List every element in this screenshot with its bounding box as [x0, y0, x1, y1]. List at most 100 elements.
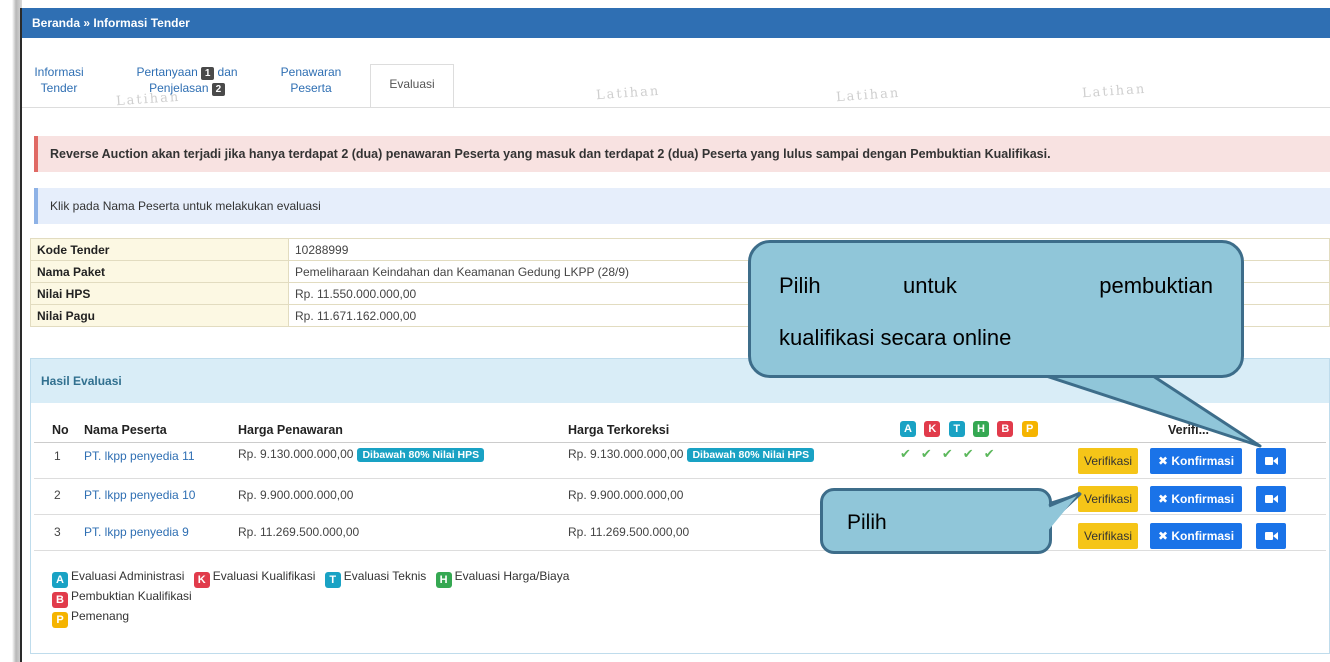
check-icon: ✔ — [941, 446, 953, 461]
check-icon: ✔ — [900, 446, 911, 461]
check-icon: ✔ — [920, 446, 932, 461]
legend-item: H Evaluasi Harga/Biaya — [435, 569, 570, 588]
tab-evaluasi[interactable]: Evaluasi — [370, 64, 454, 108]
legend-label: Evaluasi Kualifikasi — [212, 569, 316, 583]
harga-terkoreksi: Rp. 9.130.000.000,00 Dibawah 80% Nilai HP… — [568, 447, 815, 462]
status-letter-t: T — [324, 572, 341, 588]
info-key: Nilai Pagu — [30, 304, 289, 327]
video-camera-button[interactable] — [1256, 486, 1286, 512]
peserta-name-link[interactable]: PT. lkpp penyedia 11 — [84, 449, 195, 463]
watermark: Latihan — [595, 83, 661, 104]
callout-word: Pilih — [779, 273, 821, 298]
status-letter-a: A — [52, 572, 68, 588]
peserta-name-link[interactable]: PT. lkpp penyedia 10 — [84, 488, 195, 502]
tab-informasi-tender[interactable]: Informasi Tender — [32, 64, 86, 96]
table-row: 2 PT. lkpp penyedia 10 Rp. 9.900.000.000… — [34, 479, 1326, 515]
tab-label: Peserta — [290, 81, 332, 95]
status-letter-h: H — [435, 572, 452, 588]
legend-item: A Evaluasi Administrasi — [52, 569, 185, 588]
status-letter-b: B — [52, 592, 68, 608]
tab-label: Tender — [40, 81, 78, 95]
tab-label: Pertanyaan — [136, 65, 198, 79]
below-hps-badge: Dibawah 80% Nilai HPS — [357, 448, 485, 462]
info-key: Kode Tender — [30, 238, 289, 261]
konfirmasi-button[interactable]: ✖ Konfirmasi — [1150, 486, 1243, 512]
breadcrumb[interactable]: Beranda » Informasi Tender — [22, 8, 1330, 38]
tab-penawaran-peserta[interactable]: Penawaran Peserta — [276, 64, 346, 96]
tab-label: dan — [217, 65, 238, 79]
status-letter-a: A — [900, 421, 916, 437]
harga-value: Rp. 9.130.000.000,00 — [568, 447, 684, 461]
instruction-alert: Klik pada Nama Peserta untuk melakukan e… — [34, 188, 1330, 224]
reverse-auction-alert: Reverse Auction akan terjadi jika hanya … — [34, 136, 1330, 172]
row-no: 3 — [54, 525, 61, 539]
tab-count-badge: 1 — [201, 67, 215, 80]
tab-count-badge: 2 — [211, 83, 225, 96]
peserta-name-link[interactable]: PT. lkpp penyedia 9 — [84, 525, 189, 539]
konfirmasi-button[interactable]: ✖ Konfirmasi — [1150, 448, 1243, 474]
below-hps-badge: Dibawah 80% Nilai HPS — [687, 448, 815, 462]
harga-terkoreksi: Rp. 9.900.000.000,00 — [568, 488, 684, 502]
col-nama-peserta: Nama Peserta — [84, 423, 167, 437]
col-harga-penawaran: Harga Penawaran — [238, 423, 343, 437]
callout-word: untuk — [903, 273, 957, 298]
harga-terkoreksi: Rp. 11.269.500.000,00 — [568, 525, 690, 539]
status-letter-b: B — [997, 421, 1014, 437]
legend-label: Evaluasi Harga/Biaya — [454, 569, 570, 583]
status-letter-h: H — [973, 421, 990, 437]
evaluation-table-header: No Nama Peserta Harga Penawaran Harga Te… — [34, 415, 1326, 443]
col-verifikasi: Verifi... — [1168, 423, 1209, 437]
tab-label: Informasi — [34, 65, 84, 79]
legend-label: Evaluasi Administrasi — [71, 569, 185, 583]
video-camera-icon — [1265, 495, 1273, 503]
legend-label: Pemenang — [71, 609, 130, 623]
video-camera-button[interactable] — [1256, 523, 1286, 549]
status-letter-header: A K T H B P — [900, 421, 1038, 437]
callout-word: pembuktian — [1099, 273, 1213, 298]
verifikasi-button[interactable]: Verifikasi — [1078, 486, 1139, 512]
status-letter-k: K — [193, 572, 210, 588]
check-icon: ✔ — [983, 446, 995, 461]
app-window: Beranda » Informasi Tender Informasi Ten… — [0, 0, 1330, 662]
video-camera-icon — [1265, 532, 1273, 540]
video-camera-icon — [1273, 495, 1278, 503]
harga-penawaran: Rp. 11.269.500.000,00 — [238, 525, 360, 539]
watermark: Latihan — [835, 85, 901, 106]
table-row: 1 PT. lkpp penyedia 11 Rp. 9.130.000.000… — [34, 443, 1326, 479]
row-no: 2 — [54, 488, 61, 502]
video-camera-icon — [1273, 532, 1278, 540]
callout-line: kualifikasi secara online — [779, 325, 1012, 350]
verifikasi-button[interactable]: Verifikasi — [1078, 448, 1139, 474]
callout-line: Pilih — [847, 511, 887, 534]
status-letter-t: T — [948, 421, 965, 437]
tab-label: Penawaran — [280, 65, 342, 79]
status-letter-p: P — [52, 612, 68, 628]
window-shadow — [0, 0, 22, 662]
legend-line: P Pemenang — [52, 608, 575, 628]
status-letter-k: K — [924, 421, 941, 437]
video-camera-icon — [1265, 457, 1273, 465]
legend-line: A Evaluasi Administrasi K Evaluasi Kualifi… — [52, 568, 575, 588]
tab-pertanyaan-penjelasan[interactable]: Pertanyaan 1 dan Penjelasan 2 — [122, 64, 252, 96]
legend-label: Evaluasi Teknis — [343, 569, 427, 583]
konfirmasi-button[interactable]: ✖ Konfirmasi — [1150, 523, 1243, 549]
video-camera-button[interactable] — [1256, 448, 1286, 474]
harga-penawaran: Rp. 9.130.000.000,00 Dibawah 80% Nilai HP… — [238, 447, 485, 462]
col-harga-terkoreksi: Harga Terkoreksi — [568, 423, 670, 437]
legend-item: K Evaluasi Kualifikasi — [193, 569, 316, 588]
video-camera-icon — [1273, 457, 1278, 465]
status-checks: ✔ ✔ ✔ ✔ ✔ — [900, 446, 995, 462]
info-key: Nama Paket — [30, 260, 289, 283]
legend-item: T Evaluasi Teknis — [324, 569, 427, 588]
table-row: 3 PT. lkpp penyedia 9 Rp. 11.269.500.000… — [34, 515, 1326, 551]
legend: A Evaluasi Administrasi K Evaluasi Kualifi… — [52, 568, 575, 628]
status-letter-p: P — [1021, 421, 1038, 437]
verifikasi-button[interactable]: Verifikasi — [1078, 523, 1139, 549]
info-key: Nilai HPS — [30, 282, 289, 305]
col-no: No — [52, 423, 69, 437]
legend-label: Pembuktian Kualifikasi — [71, 589, 192, 603]
harga-value: Rp. 9.130.000.000,00 — [238, 447, 354, 461]
harga-penawaran: Rp. 9.900.000.000,00 — [238, 488, 354, 502]
tabs-divider — [22, 107, 1330, 108]
tab-bar: Informasi Tender Pertanyaan 1 dan Penjel… — [22, 38, 1330, 118]
